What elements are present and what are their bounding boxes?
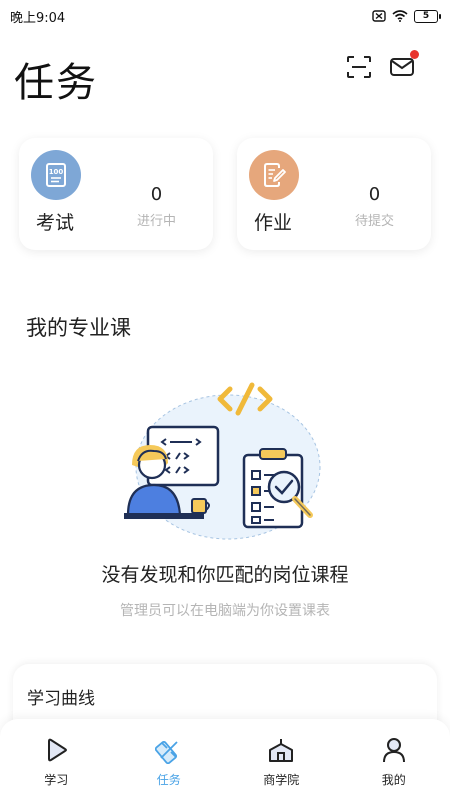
status-bar: 晚上9:04 5	[0, 0, 450, 32]
school-icon	[266, 735, 296, 765]
nav-label-task: 任务	[156, 773, 181, 787]
nav-item-study[interactable]: 学习	[0, 719, 113, 800]
scan-button[interactable]	[344, 52, 374, 82]
homework-icon	[249, 150, 299, 200]
section-title: 我的专业课	[26, 316, 131, 340]
wifi-icon	[392, 10, 408, 22]
nav-label-mine: 我的	[381, 773, 406, 787]
exam-count: 0	[150, 184, 163, 205]
nav-label-study: 学习	[44, 773, 69, 787]
homework-label: 作业	[254, 212, 293, 234]
status-time: 晚上9:04	[10, 10, 66, 26]
empty-state-title: 没有发现和你匹配的岗位课程	[101, 564, 349, 586]
svg-text:100: 100	[49, 168, 64, 176]
no-sim-icon	[372, 10, 386, 22]
empty-state-illustration	[124, 382, 321, 540]
message-button[interactable]	[387, 50, 419, 82]
play-icon	[41, 735, 71, 765]
status-icons: 5	[372, 9, 441, 23]
learning-curve-title: 学习曲线	[27, 689, 95, 709]
homework-card[interactable]: 作业 0 待提交	[237, 138, 431, 250]
nav-item-school[interactable]: 商学院	[225, 719, 338, 800]
exam-icon: 100	[31, 150, 81, 200]
bottom-nav: 学习 任务 商学院 我的	[0, 719, 450, 800]
exam-card[interactable]: 100 考试 0 进行中	[19, 138, 213, 250]
mail-icon	[390, 58, 414, 76]
notification-dot	[410, 50, 419, 59]
battery-icon: 5	[414, 9, 441, 23]
exam-status: 进行中	[136, 214, 176, 229]
battery-level: 5	[422, 11, 430, 21]
nav-label-school: 商学院	[263, 773, 300, 787]
scan-icon	[347, 56, 371, 78]
exam-label: 考试	[36, 212, 75, 234]
task-icon	[154, 735, 184, 765]
homework-count: 0	[368, 184, 381, 205]
nav-item-mine[interactable]: 我的	[338, 719, 450, 800]
empty-state-subtitle: 管理员可以在电脑端为你设置课表	[120, 603, 330, 619]
person-icon	[379, 735, 409, 765]
homework-status: 待提交	[354, 214, 394, 229]
page-title: 任务	[14, 60, 98, 106]
nav-item-task[interactable]: 任务	[113, 719, 226, 800]
header: 任务	[0, 32, 450, 122]
